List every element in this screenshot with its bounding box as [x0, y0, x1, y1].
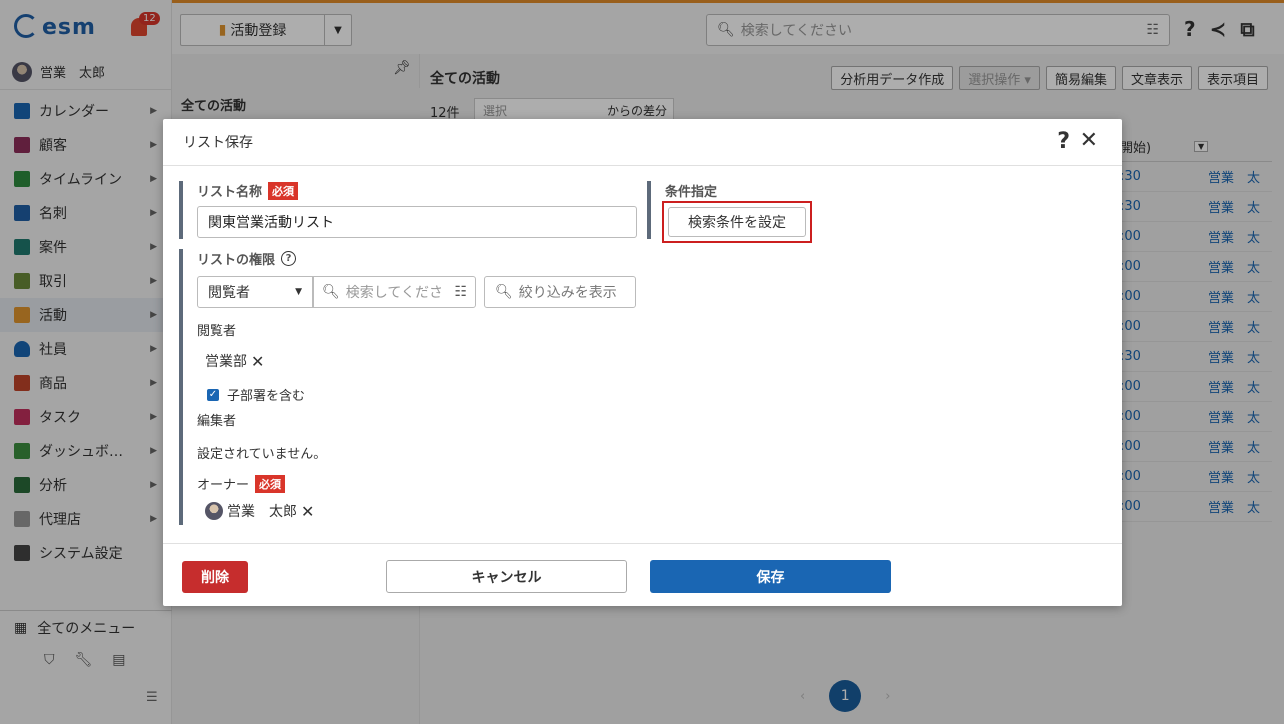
- viewer-chip-label: 営業部: [205, 354, 247, 370]
- checkbox-checked-icon[interactable]: ✓: [207, 388, 219, 401]
- required-badge: 必須: [255, 474, 286, 493]
- member-search-input[interactable]: 🔍︎ 検索してくださ ☷: [313, 276, 476, 308]
- viewer-heading: 閲覧者: [197, 324, 237, 339]
- required-badge: 必須: [268, 181, 299, 200]
- save-button[interactable]: 保存: [650, 560, 891, 593]
- owner-name: 営業 太郎: [227, 504, 297, 520]
- cancel-button[interactable]: キャンセル: [386, 560, 627, 593]
- set-search-condition-button[interactable]: 検索条件を設定: [668, 207, 806, 237]
- dialog-footer: 削除 キャンセル 保存: [163, 543, 1122, 606]
- remove-viewer-icon[interactable]: ✕: [251, 352, 264, 371]
- list-name-label-row: リスト名称 必須: [197, 181, 637, 200]
- editor-heading: 編集者: [197, 414, 237, 429]
- owner-chip: 営業 太郎 ✕: [205, 501, 636, 521]
- highlight-box: 検索条件を設定: [662, 201, 812, 243]
- delete-button[interactable]: 削除: [182, 561, 248, 593]
- include-sub-label: 子部署を含む: [227, 389, 306, 404]
- help-circle-icon[interactable]: ?: [281, 251, 297, 266]
- close-icon[interactable]: ✕: [1080, 128, 1098, 153]
- show-filter-label: 絞り込みを表示: [518, 285, 617, 301]
- list-name-input[interactable]: 関東営業活動リスト: [197, 206, 637, 238]
- condition-label: 条件指定: [665, 185, 718, 200]
- permission-section: リストの権限 ? 閲覧者 ▼ 🔍︎ 検索してくださ ☷ 🔍︎ 絞り込みを表示 閲…: [179, 249, 636, 525]
- permission-label-row: リストの権限 ?: [197, 249, 636, 268]
- search-icon: 🔍︎: [495, 284, 513, 300]
- avatar: [205, 502, 223, 520]
- editor-empty-text: 設定されていません。: [197, 447, 327, 462]
- list-save-dialog: リスト保存 ? ✕ リスト名称 必須 関東営業活動リスト 条件指定 検索条件を設…: [163, 119, 1122, 606]
- include-sub-checkbox[interactable]: ✓ 子部署を含む: [207, 385, 636, 404]
- tune-icon[interactable]: ☷: [454, 284, 467, 300]
- list-name-label: リスト名称: [197, 185, 263, 200]
- show-filter-button[interactable]: 🔍︎ 絞り込みを表示: [484, 276, 636, 308]
- dialog-header: リスト保存 ? ✕: [163, 119, 1122, 166]
- help-icon[interactable]: ?: [1057, 129, 1070, 154]
- viewer-chip: 営業部 ✕: [205, 351, 636, 371]
- list-name-section: リスト名称 必須 関東営業活動リスト: [179, 181, 637, 239]
- role-select-value: 閲覧者: [208, 285, 250, 301]
- member-search-placeholder: 検索してくださ: [345, 285, 443, 301]
- permission-controls: 閲覧者 ▼ 🔍︎ 検索してくださ ☷ 🔍︎ 絞り込みを表示: [197, 276, 636, 308]
- owner-label: オーナー: [197, 478, 250, 493]
- role-select[interactable]: 閲覧者 ▼: [197, 276, 313, 308]
- dialog-title: リスト保存: [183, 135, 253, 151]
- permission-label: リストの権限: [197, 253, 276, 268]
- remove-owner-icon[interactable]: ✕: [301, 502, 314, 521]
- dialog-body: リスト名称 必須 関東営業活動リスト 条件指定 検索条件を設定 リストの権限 ?…: [163, 167, 1122, 543]
- owner-label-row: オーナー 必須: [197, 474, 636, 493]
- search-icon: 🔍︎: [322, 284, 340, 300]
- chevron-down-icon: ▼: [295, 287, 302, 297]
